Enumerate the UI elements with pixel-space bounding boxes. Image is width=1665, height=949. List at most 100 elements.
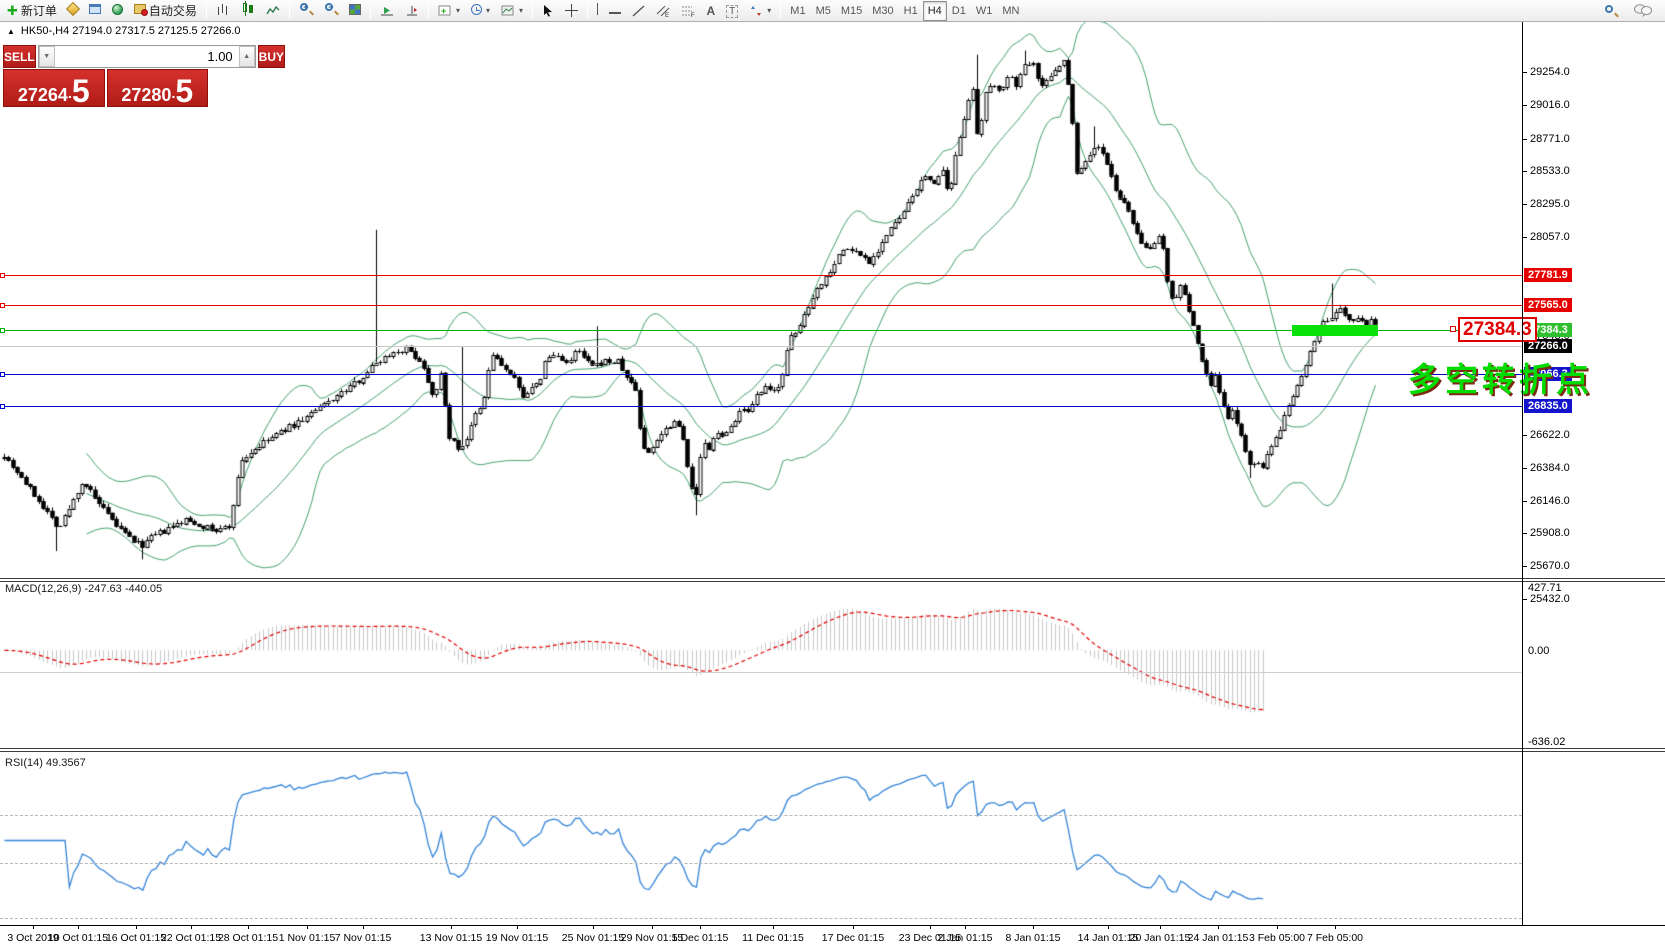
price-line-26835[interactable] (0, 406, 1522, 407)
line-handle[interactable] (0, 328, 5, 333)
timeframe-m5-button[interactable]: M5 (811, 1, 836, 21)
chart-templates-dropdown-arrow-icon[interactable]: ▾ (519, 6, 523, 15)
text-icon: A (706, 4, 715, 18)
price-line-27266[interactable] (0, 346, 1522, 347)
price-tick (1523, 139, 1527, 140)
timeframe-d1-button[interactable]: D1 (947, 1, 971, 21)
equidistant-channel-icon: E (656, 5, 670, 17)
main-price-chart[interactable] (0, 22, 1522, 578)
macd-zero-line (0, 672, 1522, 673)
indicators-list-dropdown-arrow-icon[interactable]: ▾ (456, 6, 460, 15)
sell-price-button[interactable]: 27264.5 (3, 69, 105, 107)
chart-title: ▲ HK50-,H4 27194.0 27317.5 27125.5 27266… (7, 25, 241, 37)
crosshair-button[interactable] (560, 1, 583, 21)
periods-button[interactable]: ▾ (466, 1, 495, 21)
horizontal-line-button[interactable] (604, 1, 626, 21)
timeframe-h1-button[interactable]: H1 (899, 1, 923, 21)
line-handle[interactable] (0, 273, 5, 278)
horizontal-line-icon (609, 5, 621, 17)
zoom-in-button[interactable]: + (294, 1, 318, 21)
chart-templates-button[interactable]: ▾ (496, 1, 528, 21)
trendline-button[interactable] (627, 1, 650, 21)
price-tick (1523, 501, 1527, 502)
line-handle[interactable] (0, 372, 5, 377)
price-tag-anchor[interactable] (1450, 326, 1456, 332)
macd-panel-chart[interactable] (0, 581, 1522, 748)
vertical-line-button[interactable] (592, 1, 604, 21)
rsi-level-80 (0, 815, 1522, 816)
turning-point-annotation: 多空转折点 (1408, 353, 1593, 401)
zoom-out-button[interactable]: − (319, 1, 343, 21)
cursor-button[interactable] (537, 1, 559, 21)
auto-scroll-button[interactable] (400, 1, 424, 21)
price-line-27781.9[interactable] (0, 275, 1522, 276)
text-button[interactable]: A (701, 1, 720, 21)
timeframe-m1-button[interactable]: M1 (785, 1, 810, 21)
timeframe-w1-button[interactable]: W1 (971, 1, 998, 21)
volume-increase-button[interactable]: ▲ (239, 46, 255, 67)
indicators-list-button[interactable]: +▾ (433, 1, 465, 21)
chat-button[interactable] (1629, 1, 1657, 21)
one-click-trading-panel: SELL ▼ ▲ BUY 27264.5 27280.5 (3, 45, 208, 107)
svg-text:E: E (665, 13, 669, 17)
time-tick-label: 10 Oct 01:15 (48, 932, 108, 944)
periods-dropdown-arrow-icon[interactable]: ▾ (486, 6, 490, 15)
data-window-button[interactable] (84, 1, 106, 21)
time-tick-label: 7 Nov 01:15 (335, 932, 392, 944)
auto-trading-button[interactable]: 自动交易 (129, 1, 202, 21)
timeframe-m15-button[interactable]: M15 (836, 1, 867, 21)
volume-input[interactable] (55, 46, 239, 67)
new-order-button[interactable]: ✚新订单 (2, 1, 62, 21)
price-tag-label[interactable]: 27384.3 (1458, 317, 1537, 342)
rsi-panel-chart[interactable] (0, 751, 1522, 925)
main-macd-separator[interactable] (0, 578, 1665, 582)
price-tick-label: 25908.0 (1530, 527, 1570, 539)
trendline-icon (632, 5, 645, 17)
timeframe-mn-button[interactable]: MN (997, 1, 1024, 21)
line-handle[interactable] (0, 404, 5, 409)
arrows-icon (749, 5, 763, 17)
navigator-button[interactable] (107, 1, 128, 21)
market-watch-icon (68, 4, 78, 17)
volume-decrease-button[interactable]: ▼ (39, 46, 55, 67)
equidistant-channel-button[interactable]: E (651, 1, 675, 21)
search-button[interactable] (1599, 1, 1623, 21)
tile-windows-button[interactable] (344, 1, 366, 21)
time-tick-label: 13 Nov 01:15 (420, 932, 482, 944)
chat-icon (1634, 4, 1652, 17)
price-tick (1523, 435, 1527, 436)
line-handle[interactable] (0, 303, 5, 308)
zoom-in-icon: + (299, 2, 313, 19)
collapse-triangle-icon[interactable]: ▲ (7, 27, 15, 36)
green-zone-rectangle[interactable] (1292, 325, 1378, 336)
line-mode-button[interactable] (261, 1, 285, 21)
fibonacci-icon: F (681, 5, 695, 17)
buy-button[interactable]: BUY (258, 45, 285, 68)
timeframe-h4-button[interactable]: H4 (923, 1, 947, 21)
arrows-button[interactable]: ▾ (744, 1, 776, 21)
candle-mode-button[interactable] (236, 1, 260, 21)
volume-stepper: ▼ ▲ (38, 45, 256, 68)
time-tick-label: 20 Jan 01:15 (1130, 932, 1191, 944)
bar-chart-mode-button[interactable] (211, 1, 235, 21)
sell-button[interactable]: SELL (3, 45, 36, 68)
chart-shift-button[interactable] (375, 1, 399, 21)
fibonacci-button[interactable]: F (676, 1, 700, 21)
macd-rsi-separator[interactable] (0, 748, 1665, 752)
text-label-icon: T (726, 5, 738, 17)
price-line-27565[interactable] (0, 305, 1522, 306)
buy-price-button[interactable]: 27280.5 (107, 69, 209, 107)
market-watch-button[interactable] (63, 1, 83, 21)
price-tick (1523, 204, 1527, 205)
time-tick-label: 17 Dec 01:15 (822, 932, 884, 944)
auto-scroll-icon (405, 5, 419, 17)
svg-text:F: F (691, 13, 695, 17)
price-line-27066.3[interactable] (0, 374, 1522, 375)
zoom-out-icon: − (324, 2, 338, 19)
timeframe-m30-button[interactable]: M30 (867, 1, 898, 21)
data-window-icon (89, 4, 101, 17)
rsi-level-15 (0, 918, 1522, 919)
arrows-dropdown-arrow-icon[interactable]: ▾ (767, 6, 771, 15)
text-label-button[interactable]: T (721, 1, 743, 21)
time-tick-label: 8 Jan 01:15 (1006, 932, 1061, 944)
